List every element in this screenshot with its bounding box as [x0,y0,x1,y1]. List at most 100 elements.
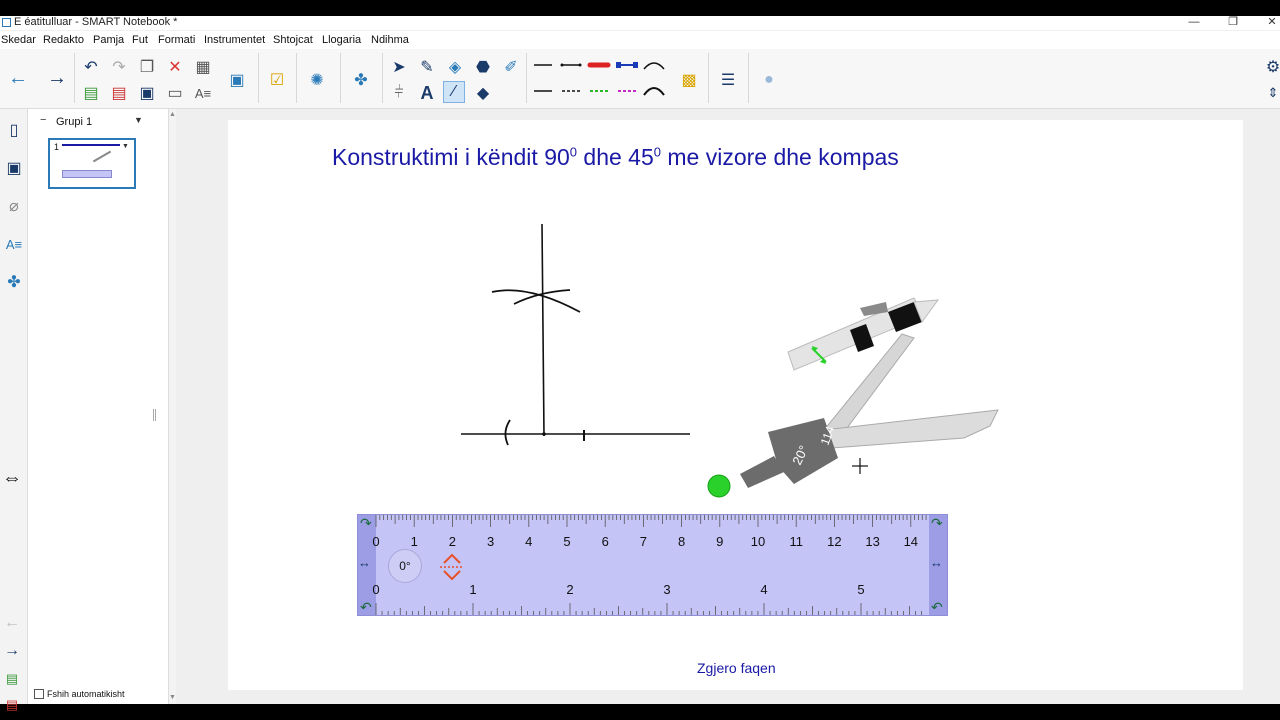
line-properties-icon[interactable]: ☰ [717,69,739,91]
auto-hide-checkbox[interactable] [34,689,44,699]
notebook-page[interactable]: Konstruktimi i këndit 900 dhe 450 me viz… [228,120,1243,690]
page-sorter-panel: − Grupi 1 ▼ 1 ▼ ▲ ▼ Fshih automatikisht [28,109,176,704]
save-icon[interactable]: ▣ [136,82,158,104]
menu-format[interactable]: Formati [158,34,195,46]
back-arrow-icon[interactable]: ← [7,67,29,89]
page-thumbnail[interactable]: 1 ▼ [48,138,136,189]
line-style-palette[interactable] [530,57,670,107]
thumbnail-title [62,144,120,146]
close-button[interactable]: ✕ [1262,16,1280,30]
forward-arrow-icon[interactable]: → [46,67,68,89]
compass-tool[interactable]: 20° 114 [728,290,1008,500]
ruler-cm-label: 0 [372,534,380,549]
line-tool-icon[interactable]: ⁄ [443,81,465,103]
menu-addons[interactable]: Shtojcat [273,34,313,46]
ruler-resize-left-icon[interactable]: ↔ [358,555,371,570]
ruler-flip-handle-icon[interactable] [438,553,466,581]
menu-help[interactable]: Ndihma [371,34,409,46]
menu-edit[interactable]: Redakto [43,34,84,46]
app-icon [2,18,11,27]
ruler-resize-right-icon[interactable]: ↔ [930,555,943,570]
thumbnail-menu-icon[interactable]: ▼ [122,143,129,150]
side-tabs: ▯ ▣ ⌀ A≡ ✤ ⇔ ← → ▤ ▤ [0,109,28,712]
maximize-button[interactable]: ❐ [1223,16,1243,30]
ruler-cm-label: 11 [789,534,803,549]
next-page-icon[interactable]: → [1,640,23,662]
measure-icon[interactable]: ⫩ [388,82,410,104]
app-window: E éatitulluar - SMART Notebook * — ❐ ✕ S… [0,16,1280,712]
delete-page-side-icon[interactable]: ▤ [1,694,23,716]
group-menu-icon[interactable]: ▼ [134,115,143,125]
transparency-icon[interactable]: ● [758,69,780,91]
display-icon[interactable]: ▣ [226,69,248,91]
screen-shade-icon[interactable]: ▭ [164,82,186,104]
response-icon[interactable]: ✺ [306,69,328,91]
ruler-cm-label: 1 [410,534,418,549]
ruler-cm-label: 5 [563,534,571,549]
open-file-icon[interactable]: ❐ [136,56,158,78]
shapes-icon[interactable]: ◈ [444,56,466,78]
menu-tools[interactable]: Instrumentet [204,34,265,46]
text-icon[interactable]: A [416,82,438,104]
eraser-icon[interactable]: ◆ [472,82,494,104]
menu-file[interactable]: Skedar [1,34,36,46]
table-icon[interactable]: ▦ [192,56,214,78]
ruler-tool[interactable]: ↷ ↷ ↶ ↶ ↔ ↔ 0° 0 1 2 3 4 5 6 7 8 9 10 11 12 13 14 0123… [357,514,948,616]
thumbnail-ruler [62,170,112,178]
properties-tab-icon[interactable]: A≡ [3,233,25,255]
ruler-cm-label: 3 [486,534,495,549]
ruler-cm-label: 13 [865,534,880,549]
fill-icon[interactable]: ⬣ [472,56,494,78]
ruler-inch-label: 2 [566,582,574,597]
rotate-handle-bottom-left-icon[interactable]: ↶ [360,599,372,616]
menu-account[interactable]: Llogaria [322,34,361,46]
pen-icon[interactable]: ✎ [416,56,438,78]
add-page-icon[interactable]: ▤ [80,82,102,104]
group-collapse-icon[interactable]: − [40,114,46,126]
addons-tab-icon[interactable]: ✤ [3,271,25,293]
page-number: 1 [54,142,60,152]
panel-splitter[interactable] [153,409,156,421]
ruler-angle-indicator[interactable]: 0° [388,549,422,583]
redo-icon[interactable]: ↷ [108,56,130,78]
minimize-button[interactable]: — [1184,16,1204,30]
menu-insert[interactable]: Fut [132,34,148,46]
title-bar: E éatitulluar - SMART Notebook * — ❐ ✕ [0,16,1280,30]
rotate-handle-top-left-icon[interactable]: ↷ [360,515,372,532]
side-scrollbar[interactable]: ▲ ▼ [168,109,176,704]
activity-icon[interactable]: ☑ [266,69,288,91]
undo-icon[interactable]: ↶ [80,56,102,78]
compass-pivot-handle [707,474,731,498]
ruler-cm-label: 12 [827,534,842,549]
menu-view[interactable]: Pamja [93,34,124,46]
color-palette-icon[interactable]: ▩ [678,69,700,91]
rotate-handle-bottom-right-icon[interactable]: ↶ [931,599,943,616]
ruler-inch-label: 3 [663,582,671,597]
window-title: E éatitulluar - SMART Notebook * [14,16,178,28]
ruler-inch-label: 4 [760,582,768,597]
select-pointer-icon[interactable]: ➤ [388,56,410,78]
ruler-cm-label: 9 [716,534,724,549]
ruler-cm-label: 10 [750,534,766,549]
attachments-tab-icon[interactable]: ⌀ [3,195,25,217]
settings-gear-icon[interactable]: ⚙ [1262,56,1280,78]
prev-page-icon[interactable]: ← [1,612,23,634]
rotate-handle-top-right-icon[interactable]: ↷ [931,515,943,532]
add-page-side-icon[interactable]: ▤ [1,668,23,690]
canvas-area: Konstruktimi i këndit 900 dhe 450 me viz… [176,109,1280,704]
ruler-inch-label: 1 [469,582,477,597]
magic-pen-icon[interactable]: ✐ [500,56,522,78]
addon-puzzle-icon[interactable]: ✤ [350,69,372,91]
thumbnail-compass [92,150,116,170]
delete-icon[interactable]: ✕ [164,56,186,78]
expand-page-link[interactable]: Zgjero faqen [697,660,776,676]
toolbar-expand-icon[interactable]: ⇕ [1262,82,1280,104]
delete-page-icon[interactable]: ▤ [108,82,130,104]
resize-panel-icon[interactable]: ⇔ [1,467,23,489]
page-sorter-tab-icon[interactable]: ▯ [3,119,25,141]
ruler-cm-label: 2 [448,534,457,549]
group-label: Grupi 1 [56,116,93,128]
toolbar: ← → ↶ ↷ ❐ ✕ ▦ ▤ ▤ ▣ ▭ A≡ ▣ ☑ ✺ ✤ ➤ ✎ ◈ ⬣… [0,49,1280,109]
gallery-tab-icon[interactable]: ▣ [3,157,25,179]
text-format-icon[interactable]: A≡ [192,82,214,104]
